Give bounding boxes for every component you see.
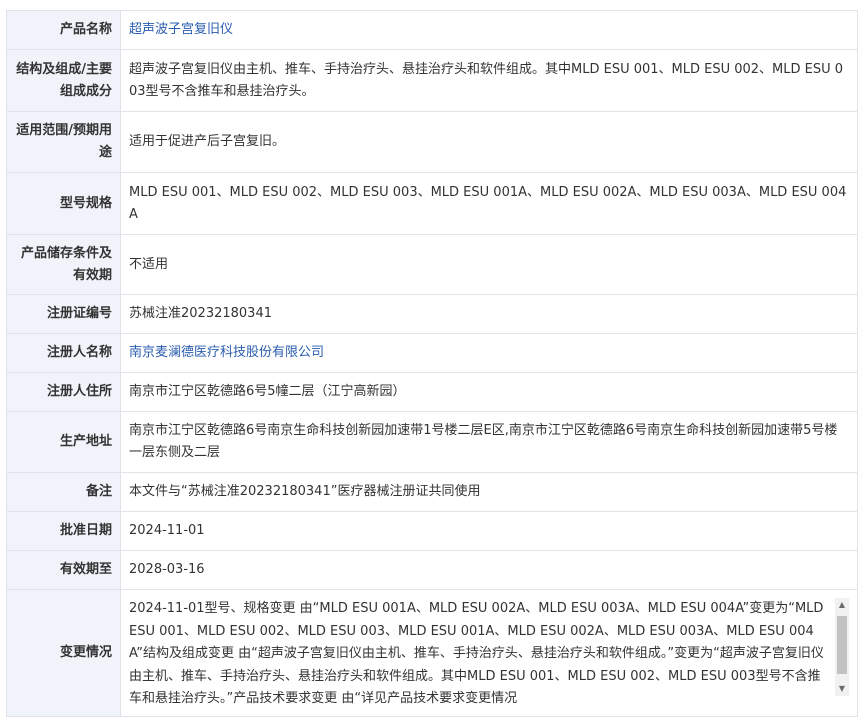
value-structure: 超声波子宫复旧仪由主机、推车、手持治疗头、悬挂治疗头和软件组成。其中MLD ES…	[120, 49, 858, 112]
label-intended-use: 适用范围/预期用途	[6, 111, 121, 173]
row-intended-use: 适用范围/预期用途 适用于促进产后子宫复旧。	[6, 111, 858, 173]
row-production-address: 生产地址 南京市江宁区乾德路6号南京生命科技创新园加速带1号楼二层E区,南京市江…	[6, 411, 858, 473]
row-cert-number: 注册证编号 苏械注准20232180341	[6, 294, 858, 334]
row-registrant-name: 注册人名称 南京麦澜德医疗科技股份有限公司	[6, 333, 858, 373]
value-change-history: 2024-11-01型号、规格变更 由“MLD ESU 001A、MLD ESU…	[120, 589, 858, 717]
value-intended-use: 适用于促进产后子宫复旧。	[120, 111, 858, 173]
product-name-link[interactable]: 超声波子宫复旧仪	[129, 22, 233, 37]
value-approval-date: 2024-11-01	[120, 511, 858, 551]
change-history-text: 2024-11-01型号、规格变更 由“MLD ESU 001A、MLD ESU…	[129, 601, 824, 706]
value-product-name: 超声波子宫复旧仪	[120, 10, 858, 50]
row-approval-date: 批准日期 2024-11-01	[6, 511, 858, 551]
label-approval-date: 批准日期	[6, 511, 121, 551]
label-remark: 备注	[6, 472, 121, 512]
change-history-scroll-area[interactable]: 2024-11-01型号、规格变更 由“MLD ESU 001A、MLD ESU…	[121, 590, 857, 716]
row-storage: 产品储存条件及有效期 不适用	[6, 234, 858, 295]
value-registrant-address: 南京市江宁区乾德路6号5幢二层（江宁高新园）	[120, 372, 858, 412]
value-remark: 本文件与“苏械注准20232180341”医疗器械注册证共同使用	[120, 472, 858, 512]
label-structure: 结构及组成/主要组成成分	[6, 49, 121, 112]
row-registrant-address: 注册人住所 南京市江宁区乾德路6号5幢二层（江宁高新园）	[6, 372, 858, 412]
row-expiry-date: 有效期至 2028-03-16	[6, 550, 858, 590]
value-production-address: 南京市江宁区乾德路6号南京生命科技创新园加速带1号楼二层E区,南京市江宁区乾德路…	[120, 411, 858, 473]
value-model-spec: MLD ESU 001、MLD ESU 002、MLD ESU 003、MLD …	[120, 172, 858, 235]
triangle-up-icon[interactable]: ▲	[835, 598, 849, 612]
triangle-down-icon[interactable]: ▼	[835, 682, 849, 696]
label-change-history: 变更情况	[6, 589, 121, 717]
value-cert-number: 苏械注准20232180341	[120, 294, 858, 334]
row-model-spec: 型号规格 MLD ESU 001、MLD ESU 002、MLD ESU 003…	[6, 172, 858, 235]
row-change-history: 变更情况 2024-11-01型号、规格变更 由“MLD ESU 001A、ML…	[6, 589, 858, 717]
value-expiry-date: 2028-03-16	[120, 550, 858, 590]
row-structure: 结构及组成/主要组成成分 超声波子宫复旧仪由主机、推车、手持治疗头、悬挂治疗头和…	[6, 49, 858, 112]
label-registrant-name: 注册人名称	[6, 333, 121, 373]
label-cert-number: 注册证编号	[6, 294, 121, 334]
row-remark: 备注 本文件与“苏械注准20232180341”医疗器械注册证共同使用	[6, 472, 858, 512]
label-product-name: 产品名称	[6, 10, 121, 50]
label-expiry-date: 有效期至	[6, 550, 121, 590]
registration-detail-table: 产品名称 超声波子宫复旧仪 结构及组成/主要组成成分 超声波子宫复旧仪由主机、推…	[6, 10, 858, 717]
row-product-name: 产品名称 超声波子宫复旧仪	[6, 10, 858, 50]
value-storage: 不适用	[120, 234, 858, 295]
label-production-address: 生产地址	[6, 411, 121, 473]
label-storage: 产品储存条件及有效期	[6, 234, 121, 295]
registrant-name-link[interactable]: 南京麦澜德医疗科技股份有限公司	[129, 345, 324, 360]
label-model-spec: 型号规格	[6, 172, 121, 235]
change-history-scrollbar[interactable]: ▲ ▼	[835, 598, 849, 696]
scrollbar-thumb[interactable]	[837, 616, 847, 674]
label-registrant-address: 注册人住所	[6, 372, 121, 412]
value-registrant-name: 南京麦澜德医疗科技股份有限公司	[120, 333, 858, 373]
